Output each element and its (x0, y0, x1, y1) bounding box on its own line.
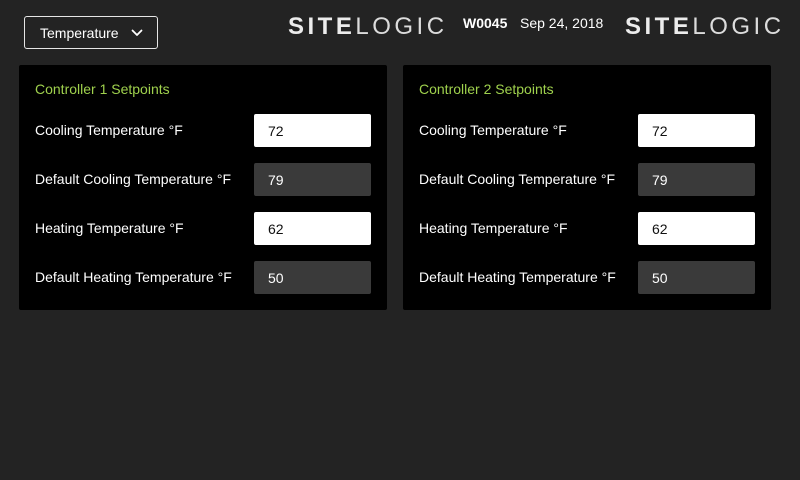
site-id: W0045 (463, 15, 508, 31)
setpoint-label: Cooling Temperature °F (35, 122, 183, 138)
panel-title: Controller 2 Setpoints (419, 81, 554, 97)
heating-temperature-input[interactable] (254, 212, 371, 245)
controller-2-setpoints-panel: Controller 2 Setpoints Cooling Temperatu… (403, 65, 771, 310)
setpoint-label: Heating Temperature °F (35, 220, 184, 236)
heating-temperature-input[interactable] (638, 212, 755, 245)
setpoint-label: Default Heating Temperature °F (35, 269, 232, 285)
sitelogic-logo-secondary: SITELOGIC (625, 13, 785, 41)
setpoint-label: Default Cooling Temperature °F (419, 171, 615, 187)
setpoint-label: Default Cooling Temperature °F (35, 171, 231, 187)
panel-title: Controller 1 Setpoints (35, 81, 170, 97)
logo-bold-text: SITE (625, 13, 693, 40)
default-heating-temperature-field (638, 261, 755, 294)
cooling-temperature-input[interactable] (254, 114, 371, 147)
category-dropdown[interactable]: Temperature (24, 16, 158, 49)
default-cooling-temperature-field (254, 163, 371, 196)
site-date: Sep 24, 2018 (520, 15, 604, 31)
category-dropdown-value: Temperature (40, 24, 119, 41)
default-heating-temperature-field (254, 261, 371, 294)
sitelogic-logo: SITELOGIC (288, 13, 448, 41)
default-cooling-temperature-field (638, 163, 755, 196)
screen: Temperature SITELOGIC W0045 Sep 24, 2018… (0, 0, 800, 480)
setpoint-label: Default Heating Temperature °F (419, 269, 616, 285)
cooling-temperature-input[interactable] (638, 114, 755, 147)
controller-1-setpoints-panel: Controller 1 Setpoints Cooling Temperatu… (19, 65, 387, 310)
setpoint-label: Heating Temperature °F (419, 220, 568, 236)
logo-light-text: LOGIC (355, 13, 448, 40)
logo-light-text: LOGIC (692, 13, 785, 40)
logo-bold-text: SITE (288, 13, 356, 40)
setpoint-label: Cooling Temperature °F (419, 122, 567, 138)
chevron-down-icon (131, 29, 143, 36)
